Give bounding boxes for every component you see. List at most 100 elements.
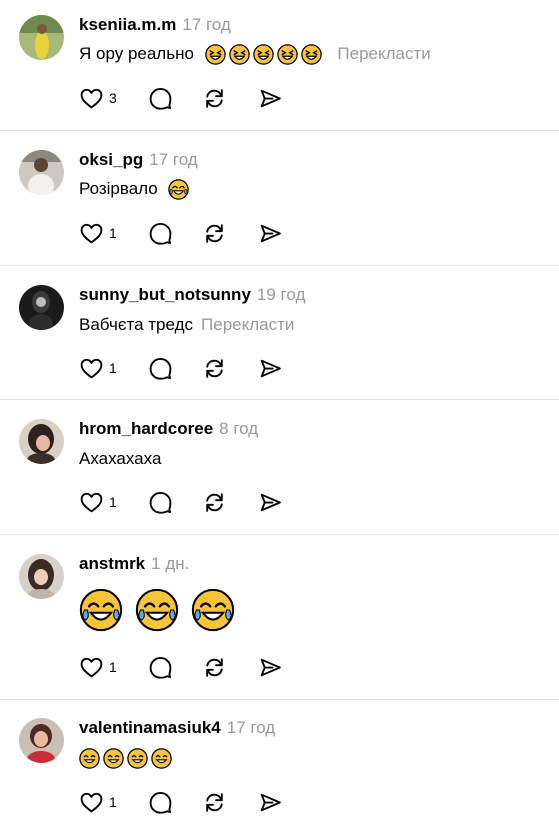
- repost-button[interactable]: [202, 653, 227, 681]
- avatar[interactable]: [19, 285, 64, 330]
- like-button[interactable]: 1: [79, 354, 117, 382]
- like-count: 1: [109, 225, 117, 241]
- grinning-squinting-emoji: [252, 44, 274, 65]
- reply-button[interactable]: [148, 653, 173, 681]
- timestamp[interactable]: 8 год: [219, 419, 258, 438]
- grinning-squinting-emoji: [300, 44, 322, 65]
- tears-of-joy-emoji: [79, 588, 123, 632]
- divider: [0, 265, 559, 266]
- comment-bubble-icon: [149, 357, 172, 380]
- grinning-smiling-eyes-emoji: [127, 748, 148, 769]
- like-button[interactable]: 3: [79, 84, 117, 112]
- grinning-smiling-eyes-emoji: [79, 748, 100, 769]
- repost-button[interactable]: [202, 788, 227, 816]
- repost-arrows-icon: [206, 657, 223, 677]
- like-count: 1: [109, 494, 117, 510]
- like-count: 1: [109, 794, 117, 810]
- send-paper-plane-icon: [260, 793, 281, 811]
- username[interactable]: hrom_hardcoree: [79, 419, 213, 438]
- comment-text: [79, 748, 175, 769]
- timestamp[interactable]: 17 год: [149, 150, 197, 169]
- emoji-row: [204, 44, 325, 65]
- repost-arrows-icon: [206, 492, 223, 512]
- username[interactable]: kseniia.m.m: [79, 15, 176, 34]
- avatar[interactable]: [19, 419, 64, 464]
- send-paper-plane-icon: [260, 359, 281, 377]
- like-button[interactable]: 1: [79, 653, 117, 681]
- grinning-smiling-eyes-emoji: [103, 748, 124, 769]
- like-button[interactable]: 1: [79, 219, 117, 247]
- comment-text: [79, 588, 238, 632]
- comment-bubble-icon: [149, 491, 172, 514]
- avatar[interactable]: [19, 718, 64, 763]
- send-paper-plane-icon: [260, 493, 281, 511]
- like-count: 3: [109, 90, 117, 106]
- timestamp[interactable]: 19 год: [257, 285, 305, 304]
- send-paper-plane-icon: [260, 658, 281, 676]
- comment-item: oksi_pg 17 год Розірвало 1: [0, 150, 559, 260]
- comment-header: kseniia.m.m 17 год: [79, 15, 231, 37]
- reply-button[interactable]: [148, 788, 173, 816]
- repost-arrows-icon: [206, 88, 223, 108]
- username[interactable]: oksi_pg: [79, 150, 143, 169]
- divider: [0, 699, 559, 700]
- grinning-squinting-emoji: [228, 44, 250, 65]
- grinning-squinting-emoji: [204, 44, 226, 65]
- like-button[interactable]: 1: [79, 488, 117, 516]
- comment-item: anstmrk 1 дн. 1: [0, 554, 559, 694]
- reply-button[interactable]: [148, 219, 173, 247]
- translate-link[interactable]: Перекласти: [337, 44, 430, 63]
- share-button[interactable]: [258, 653, 283, 681]
- comment-header: hrom_hardcoree 8 год: [79, 419, 258, 441]
- grinning-smiling-eyes-emoji: [151, 748, 172, 769]
- reply-button[interactable]: [148, 354, 173, 382]
- reply-button[interactable]: [148, 84, 173, 112]
- timestamp[interactable]: 17 год: [227, 718, 275, 737]
- comments-feed: kseniia.m.m 17 год Я ору реально Переклас…: [0, 0, 559, 827]
- comment-header: sunny_but_notsunny 19 год: [79, 285, 305, 307]
- share-button[interactable]: [258, 219, 283, 247]
- timestamp[interactable]: 17 год: [182, 15, 230, 34]
- avatar[interactable]: [19, 150, 64, 195]
- comment-bubble-icon: [149, 791, 172, 814]
- avatar[interactable]: [19, 554, 64, 599]
- username[interactable]: valentinamasiuk4: [79, 718, 221, 737]
- comment-item: kseniia.m.m 17 год Я ору реально Переклас…: [0, 15, 559, 125]
- comment-bubble-icon: [149, 87, 172, 110]
- repost-arrows-icon: [206, 223, 223, 243]
- emoji-row: [79, 748, 175, 769]
- divider: [0, 399, 559, 400]
- tears-of-joy-emoji: [191, 588, 235, 632]
- share-button[interactable]: [258, 788, 283, 816]
- comment-text: Вабчєта тредс Перекласти: [79, 315, 294, 335]
- divider: [0, 130, 559, 131]
- share-button[interactable]: [258, 354, 283, 382]
- comment-text: Я ору реально Перекласти: [79, 44, 431, 65]
- timestamp[interactable]: 1 дн.: [151, 554, 189, 573]
- username[interactable]: sunny_but_notsunny: [79, 285, 251, 304]
- repost-button[interactable]: [202, 354, 227, 382]
- comment-body: Вабчєта тредс: [79, 315, 194, 334]
- share-button[interactable]: [258, 488, 283, 516]
- heart-icon: [80, 88, 103, 108]
- repost-button[interactable]: [202, 219, 227, 247]
- comment-body: Ахахахаха: [79, 449, 162, 468]
- repost-button[interactable]: [202, 84, 227, 112]
- reply-button[interactable]: [148, 488, 173, 516]
- translate-link[interactable]: Перекласти: [201, 315, 294, 334]
- emoji-row: [79, 588, 238, 632]
- divider: [0, 534, 559, 535]
- heart-icon: [80, 492, 103, 512]
- repost-button[interactable]: [202, 488, 227, 516]
- avatar[interactable]: [19, 15, 64, 60]
- share-button[interactable]: [258, 84, 283, 112]
- comment-text: Розірвало: [79, 179, 192, 200]
- comment-item: valentinamasiuk4 17 год 1: [0, 718, 559, 827]
- heart-icon: [80, 657, 103, 677]
- send-paper-plane-icon: [260, 224, 281, 242]
- like-count: 1: [109, 360, 117, 376]
- comment-bubble-icon: [149, 222, 172, 245]
- like-button[interactable]: 1: [79, 788, 117, 816]
- username[interactable]: anstmrk: [79, 554, 145, 573]
- like-count: 1: [109, 659, 117, 675]
